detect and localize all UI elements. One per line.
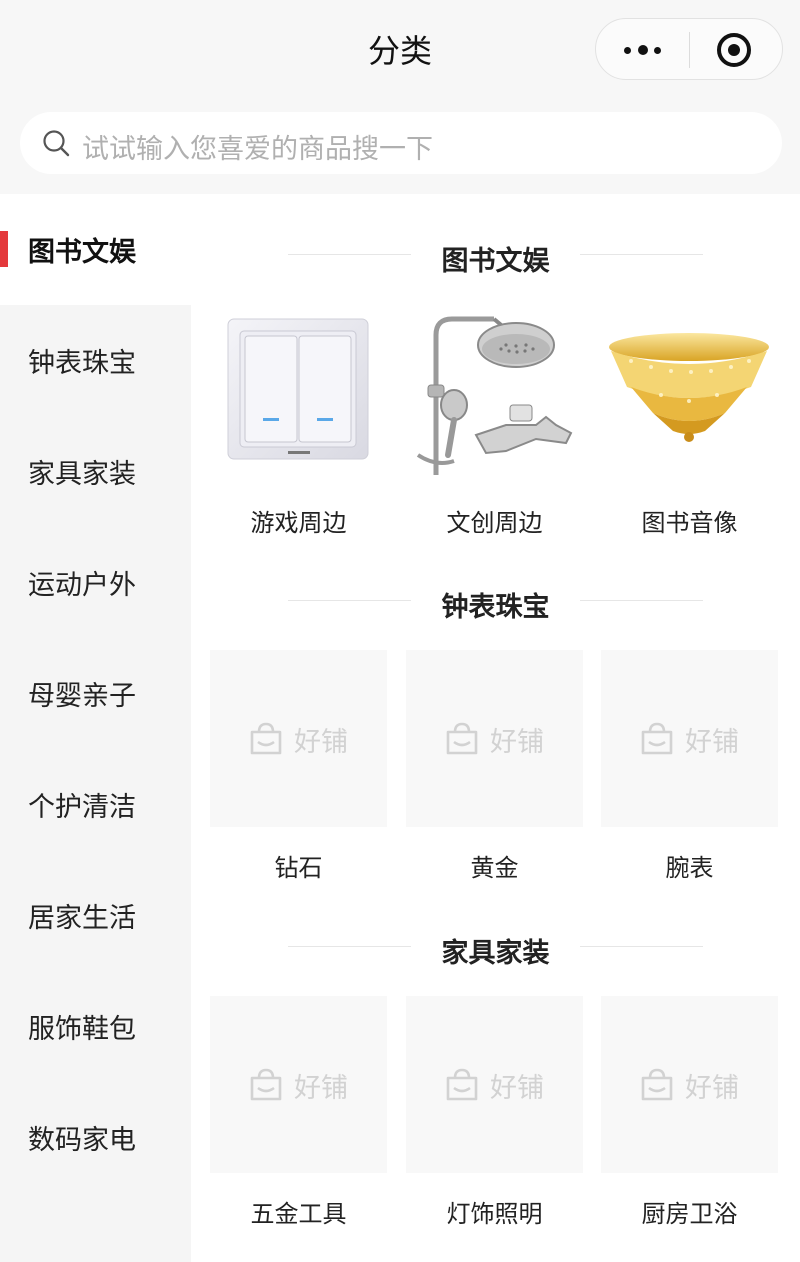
- sidebar-item-electronics[interactable]: 数码家电: [0, 1082, 191, 1193]
- shop-bag-icon: [250, 1068, 282, 1101]
- product-image: [601, 305, 778, 482]
- section-title: 钟表珠宝: [441, 592, 550, 623]
- search-input[interactable]: 试试输入您喜爱的商品搜一下: [20, 112, 782, 174]
- sidebar-item-label: 母婴亲子: [28, 681, 136, 712]
- sidebar-item-label: 家具家装: [28, 459, 136, 490]
- category-sidebar: 图书文娱 钟表珠宝 家具家装 运动户外 母婴亲子 个护清洁 居家生活 服饰鞋包 …: [0, 194, 191, 1262]
- product-image: [210, 305, 387, 482]
- chandelier-image: [609, 333, 769, 442]
- sidebar-item-label: 数码家电: [28, 1125, 136, 1156]
- section-title: 图书文娱: [441, 246, 550, 277]
- wall-switch-image: [227, 318, 369, 460]
- sidebar-item-personal-care[interactable]: 个护清洁: [0, 749, 191, 860]
- image-placeholder: 好铺: [601, 996, 778, 1173]
- sidebar-item-sports[interactable]: 运动户外: [0, 527, 191, 638]
- sidebar-item-label: 个护清洁: [28, 792, 136, 823]
- sidebar-item-apparel[interactable]: 服饰鞋包: [0, 971, 191, 1082]
- mini-program-capsule: [595, 18, 783, 80]
- section-header: 家具家装: [191, 927, 800, 969]
- sidebar-item-baby[interactable]: 母婴亲子: [0, 638, 191, 749]
- shop-bag-icon: [446, 722, 478, 755]
- image-placeholder: 好铺: [210, 650, 387, 827]
- placeholder-logo-text: 好铺: [294, 727, 348, 758]
- image-placeholder: 好铺: [601, 650, 778, 827]
- sidebar-item-watches-jewelry[interactable]: 钟表珠宝: [0, 305, 191, 416]
- section-header: 图书文娱: [191, 235, 800, 277]
- sidebar-item-label: 服饰鞋包: [28, 1014, 136, 1045]
- shop-bag-icon: [641, 1068, 673, 1101]
- placeholder-logo-text: 好铺: [490, 1073, 544, 1104]
- category-name: 图书音像: [641, 509, 738, 537]
- more-menu-button[interactable]: [596, 19, 689, 81]
- category-name: 腕表: [665, 854, 714, 882]
- image-placeholder: 好铺: [406, 650, 583, 827]
- category-name: 厨房卫浴: [641, 1200, 738, 1228]
- category-name: 文创周边: [446, 509, 543, 537]
- sidebar-item-label: 图书文娱: [28, 237, 136, 268]
- section-title: 家具家装: [441, 938, 550, 969]
- close-button[interactable]: [690, 19, 783, 81]
- nav-bar: 分类: [0, 0, 800, 96]
- active-indicator: [0, 231, 8, 267]
- category-name: 钻石: [274, 854, 323, 882]
- search-bar: 试试输入您喜爱的商品搜一下: [0, 96, 800, 194]
- sidebar-item-label: 运动户外: [28, 570, 136, 601]
- category-content: 图书文娱 游戏周边 文创周边 图书音像 钟表珠宝 好铺 钻石 好铺 黄金 好铺 …: [191, 194, 800, 1262]
- sidebar-item-home-living[interactable]: 居家生活: [0, 860, 191, 971]
- product-image: [406, 305, 583, 482]
- category-name: 黄金: [470, 854, 519, 882]
- shop-bag-icon: [250, 722, 282, 755]
- shower-set-image: [416, 316, 573, 475]
- placeholder-logo-text: 好铺: [685, 727, 739, 758]
- sidebar-item-books[interactable]: 图书文娱: [0, 194, 191, 305]
- divider-line: [580, 600, 703, 601]
- section-header: 钟表珠宝: [191, 581, 800, 623]
- category-name: 游戏周边: [250, 509, 347, 537]
- category-name: 灯饰照明: [446, 1200, 543, 1228]
- placeholder-logo-text: 好铺: [490, 727, 544, 758]
- search-placeholder: 试试输入您喜爱的商品搜一下: [82, 134, 433, 165]
- placeholder-logo-text: 好铺: [294, 1073, 348, 1104]
- divider-line: [580, 946, 703, 947]
- shop-bag-icon: [446, 1068, 478, 1101]
- divider-line: [580, 254, 703, 255]
- category-name: 五金工具: [250, 1200, 347, 1228]
- close-circle-icon: [717, 33, 751, 67]
- image-placeholder: 好铺: [406, 996, 583, 1173]
- sidebar-item-furniture[interactable]: 家具家装: [0, 416, 191, 527]
- sidebar-item-label: 居家生活: [28, 903, 136, 934]
- more-dots-icon: [624, 47, 631, 54]
- sidebar-item-label: 钟表珠宝: [28, 348, 136, 379]
- shop-bag-icon: [641, 722, 673, 755]
- search-icon: [43, 130, 70, 157]
- placeholder-logo-text: 好铺: [685, 1073, 739, 1104]
- image-placeholder: 好铺: [210, 996, 387, 1173]
